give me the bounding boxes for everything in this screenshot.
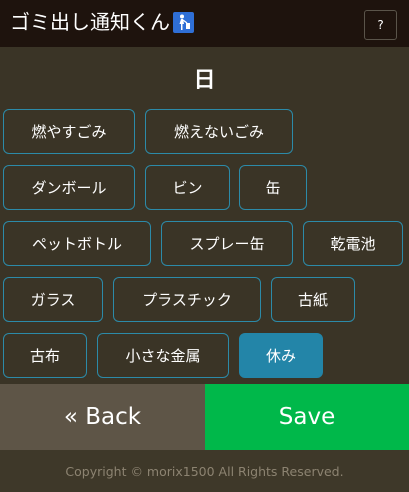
category-chip[interactable]: ペットボトル: [3, 221, 151, 266]
category-chip[interactable]: ビン: [145, 165, 230, 210]
category-chip-selected[interactable]: 休み: [239, 333, 323, 378]
person-trash-icon: [173, 11, 194, 33]
day-title: 日: [193, 68, 216, 93]
category-chip[interactable]: 燃えないごみ: [145, 109, 293, 154]
app-header: ゴミ出し通知くん ?: [0, 0, 409, 47]
help-button[interactable]: ?: [364, 10, 397, 40]
category-chip[interactable]: 乾電池: [303, 221, 403, 266]
category-chip[interactable]: 小さな金属: [97, 333, 229, 378]
app-title: ゴミ出し通知くん: [10, 9, 194, 35]
save-button[interactable]: Save: [205, 384, 409, 450]
category-chip[interactable]: ダンボール: [3, 165, 135, 210]
back-button[interactable]: « Back: [0, 384, 205, 450]
category-chip[interactable]: 古紙: [271, 277, 355, 322]
footer-copyright: Copyright © morix1500 All Rights Reserve…: [0, 450, 409, 492]
category-chip[interactable]: スプレー缶: [161, 221, 293, 266]
category-chip[interactable]: 燃やすごみ: [3, 109, 135, 154]
app-title-text: ゴミ出し通知くん: [10, 10, 170, 34]
category-chip[interactable]: 古布: [3, 333, 87, 378]
category-chip[interactable]: ガラス: [3, 277, 103, 322]
category-chip[interactable]: プラスチック: [113, 277, 261, 322]
category-chip[interactable]: 缶: [239, 165, 307, 210]
